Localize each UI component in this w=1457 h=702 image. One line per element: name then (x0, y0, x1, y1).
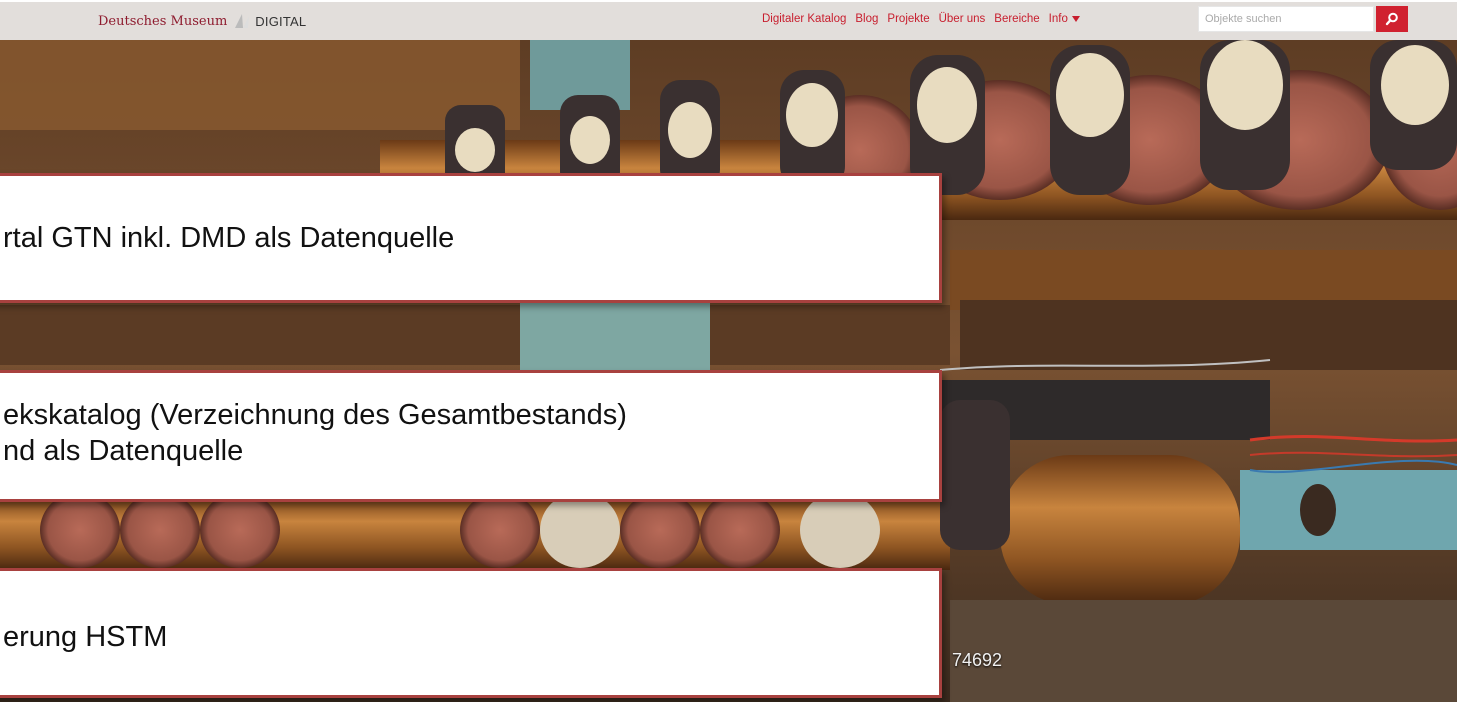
inventory-number: 74692 (952, 650, 1003, 670)
search-button[interactable] (1376, 6, 1408, 32)
nav-link-digitaler-katalog[interactable]: Digitaler Katalog (762, 13, 846, 25)
nav-link-ueber-uns[interactable]: Über uns (939, 13, 986, 25)
logo-text: Deutsches Museum (98, 13, 228, 29)
callout-box-3: erung HSTM (0, 568, 942, 698)
top-navigation-bar: Deutsches Museum DIGITAL Digitaler Katal… (0, 0, 1457, 40)
callout-box-1: rtal GTN inkl. DMD als Datenquelle (0, 173, 942, 303)
caret-down-icon (1071, 15, 1080, 22)
nav-link-projekte[interactable]: Projekte (887, 13, 929, 25)
search-icon (1385, 12, 1398, 26)
nav-menu-info-label: Info (1048, 13, 1068, 25)
main-navigation: Digitaler Katalog Blog Projekte Über uns… (762, 13, 1080, 25)
site-logo[interactable]: Deutsches Museum DIGITAL (98, 12, 306, 30)
callout-text-3: erung HSTM (3, 621, 168, 653)
nav-link-bereiche[interactable]: Bereiche (994, 13, 1039, 25)
page: Deutsches Museum DIGITAL Digitaler Katal… (0, 0, 1457, 702)
logo-suffix: DIGITAL (255, 13, 307, 29)
logo-mark-icon (235, 14, 250, 28)
callout-box-2: ekskatalog (Verzeichnung des Gesamtbesta… (0, 370, 942, 502)
callout-text-1: rtal GTN inkl. DMD als Datenquelle (3, 222, 455, 254)
callout-text-2: ekskatalog (Verzeichnung des Gesamtbesta… (3, 399, 627, 467)
search-input[interactable] (1198, 6, 1374, 32)
nav-menu-info[interactable]: Info (1049, 13, 1080, 25)
nav-link-blog[interactable]: Blog (855, 13, 878, 25)
